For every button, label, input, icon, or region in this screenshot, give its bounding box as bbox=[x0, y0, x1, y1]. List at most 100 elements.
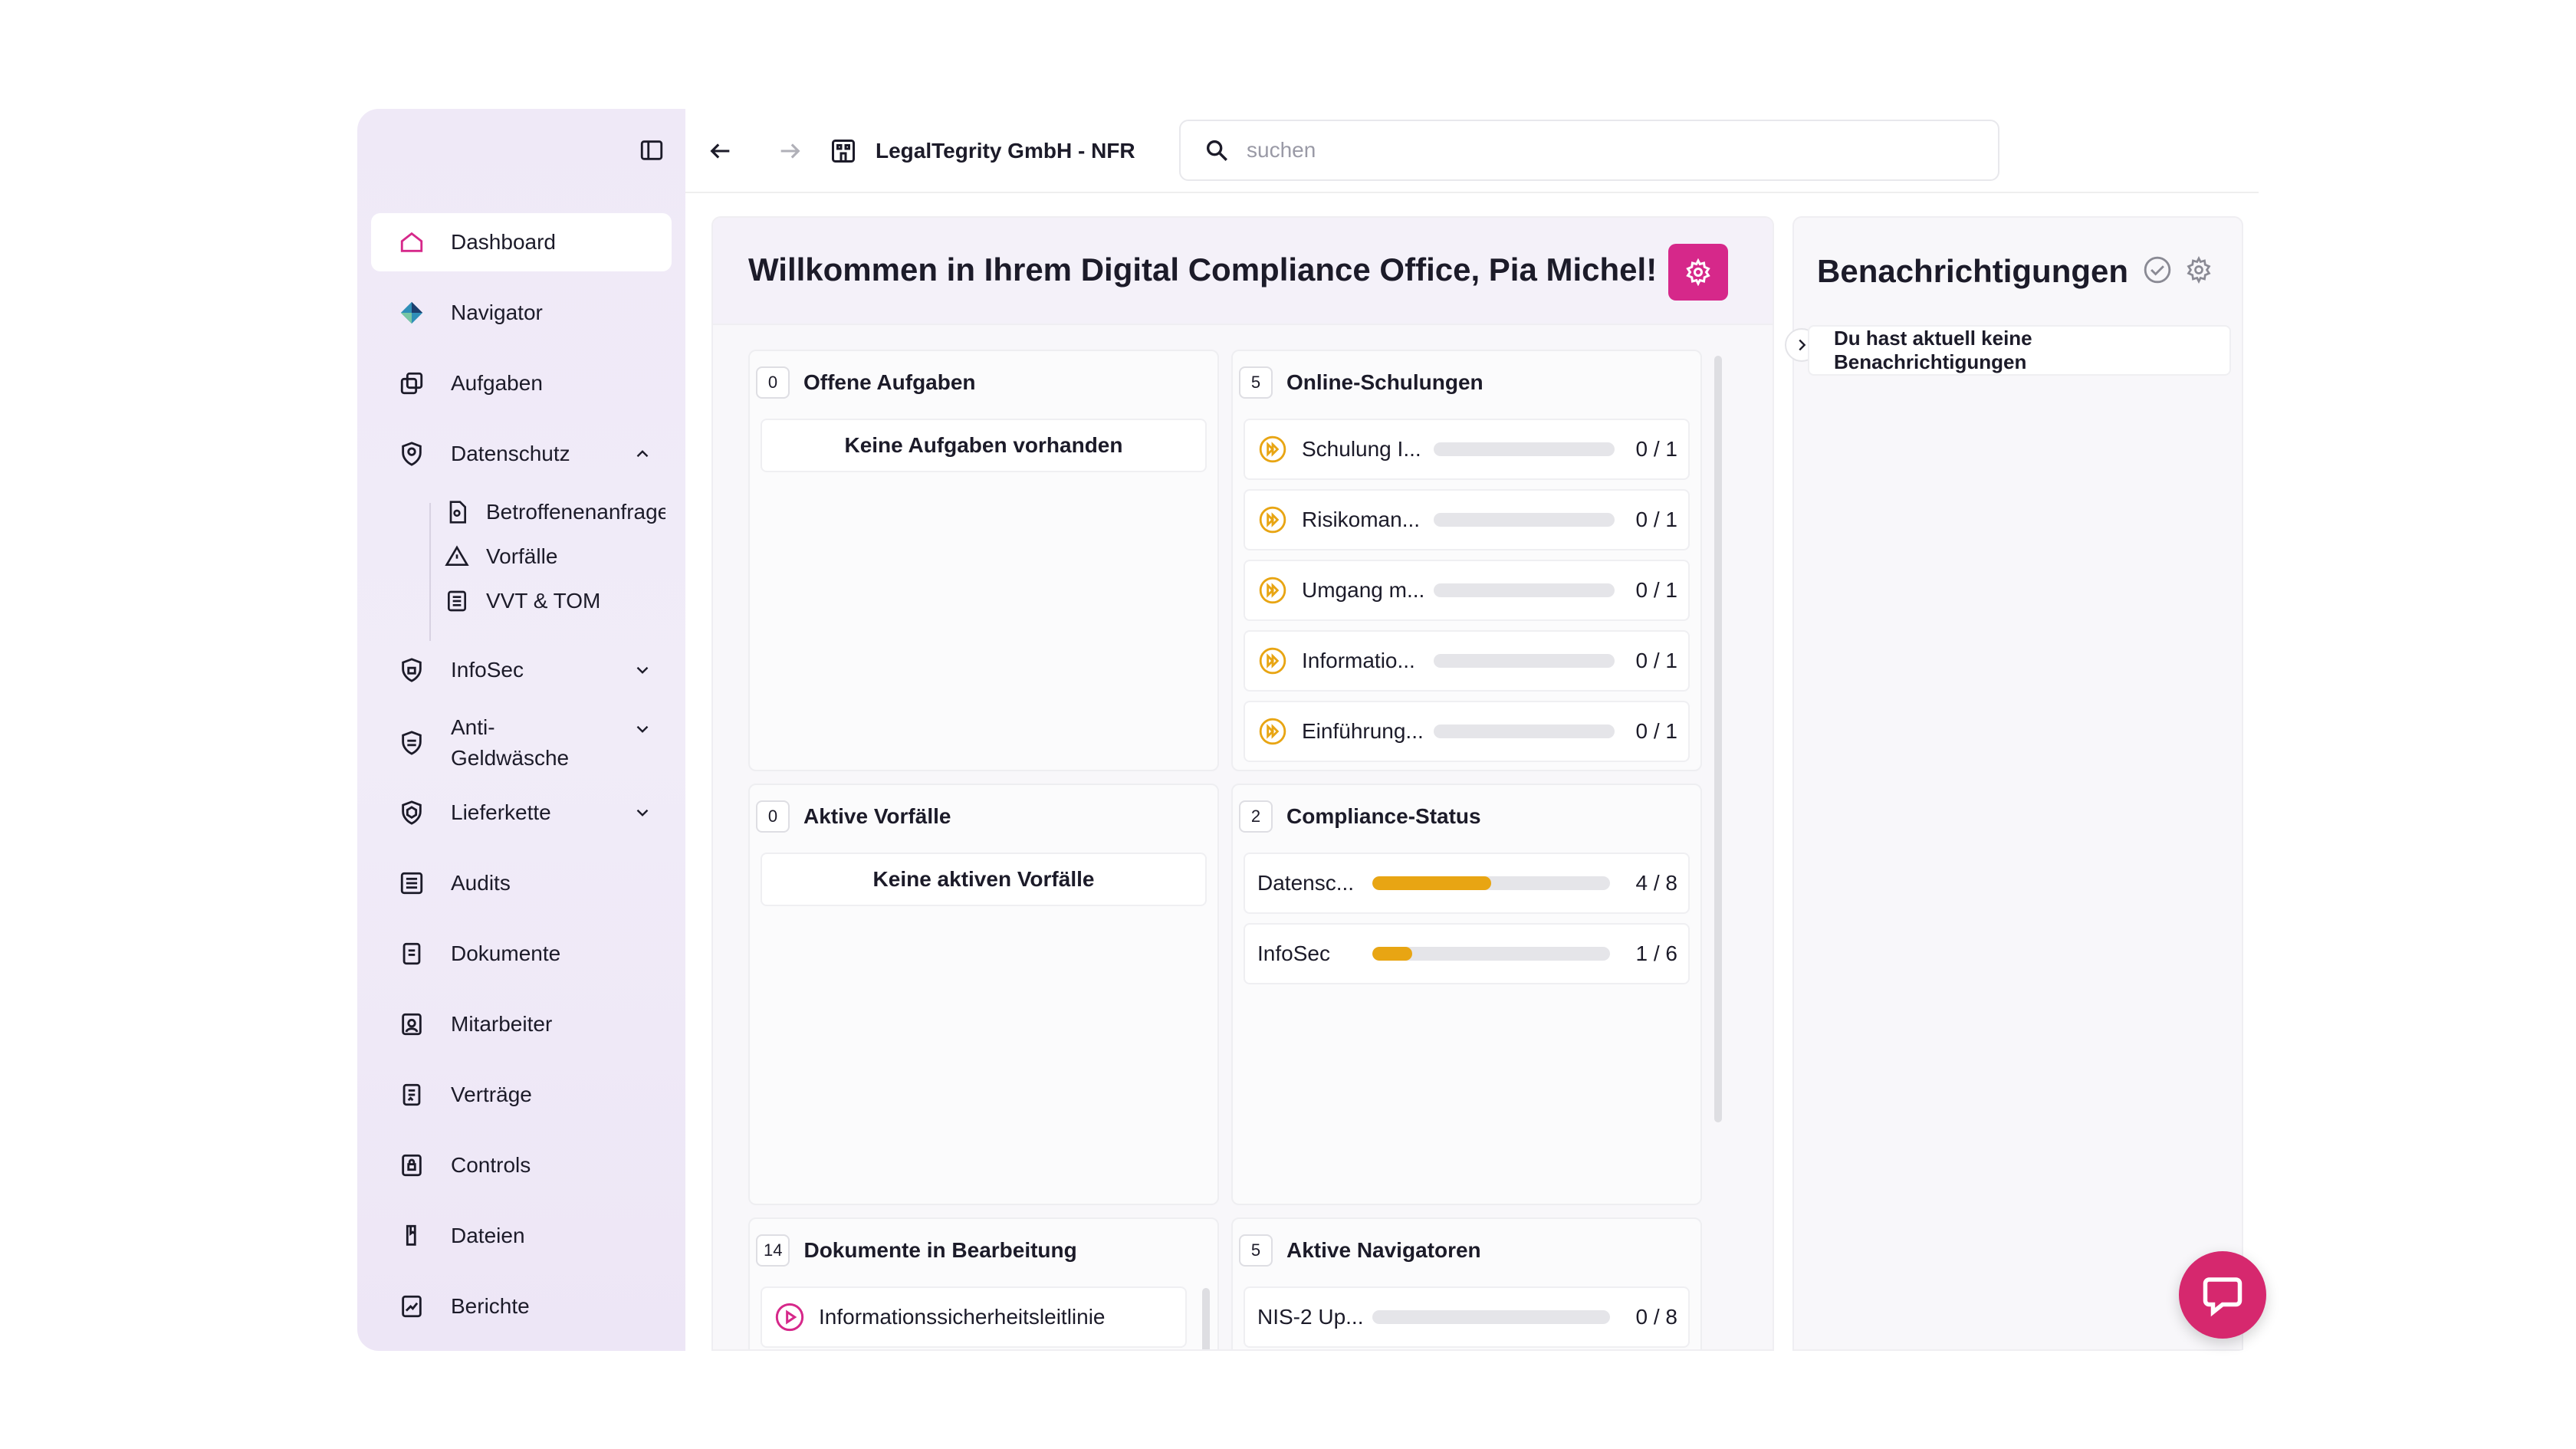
sidebar-item-berichte[interactable]: Berichte bbox=[371, 1277, 672, 1336]
notifications-empty-text: Du hast aktuell keine Benachrichtigungen bbox=[1834, 327, 2032, 373]
progress-ratio: 1 / 6 bbox=[1635, 941, 1677, 965]
back-arrow-icon[interactable] bbox=[704, 134, 738, 168]
progress-ratio: 0 / 1 bbox=[1635, 578, 1677, 602]
progress-ratio: 0 / 8 bbox=[1635, 1305, 1677, 1329]
notification-settings-icon[interactable] bbox=[2182, 253, 2216, 287]
progress-fill bbox=[1372, 947, 1412, 961]
aml-shield-icon bbox=[397, 728, 426, 757]
progress-row[interactable]: NIS-2 Up... 0 / 8 bbox=[1244, 1286, 1690, 1348]
card-header: 2 Compliance-Status bbox=[1239, 800, 1481, 833]
card-title: Aktive Navigatoren bbox=[1286, 1238, 1481, 1262]
progress-bar bbox=[1372, 876, 1610, 890]
sidebar-item-label: Datenschutz bbox=[451, 442, 570, 465]
card-active-navigators: 5 Aktive Navigatoren NIS-2 Up... 0 / 8 bbox=[1231, 1217, 1702, 1349]
infosec-shield-icon bbox=[397, 656, 426, 685]
chevron-up-icon[interactable] bbox=[630, 442, 655, 466]
progress-fill bbox=[1372, 876, 1491, 890]
sidebar-item-dashboard[interactable]: Dashboard bbox=[371, 213, 672, 271]
navigator-icon bbox=[397, 298, 426, 327]
contract-icon bbox=[397, 1080, 426, 1109]
card-header: 0 Aktive Vorfälle bbox=[756, 800, 951, 833]
sidebar-item-mitarbeiter[interactable]: Mitarbeiter bbox=[371, 995, 672, 1053]
row-label: Einführung... bbox=[1302, 719, 1424, 743]
progress-row[interactable]: Umgang m... 0 / 1 bbox=[1244, 560, 1690, 621]
progress-ratio: 0 / 1 bbox=[1635, 437, 1677, 461]
employee-icon bbox=[397, 1010, 426, 1039]
training-play-icon bbox=[1257, 716, 1288, 747]
card-title: Aktive Vorfälle bbox=[803, 804, 951, 828]
progress-ratio: 4 / 8 bbox=[1635, 871, 1677, 895]
progress-row[interactable]: InfoSec 1 / 6 bbox=[1244, 923, 1690, 984]
count-badge: 5 bbox=[1239, 366, 1273, 399]
sidebar-item-controls[interactable]: Controls bbox=[371, 1136, 672, 1194]
sidebar-item-label: Mitarbeiter bbox=[451, 1012, 553, 1036]
sidebar-toggle-icon[interactable] bbox=[633, 132, 670, 169]
training-play-icon bbox=[1257, 434, 1288, 465]
sidebar-item-label: Berichte bbox=[451, 1294, 530, 1318]
sidebar-item-label: Aufgaben bbox=[451, 371, 543, 395]
play-circle-icon bbox=[774, 1302, 805, 1332]
chevron-down-icon[interactable] bbox=[630, 717, 655, 741]
mark-all-read-icon[interactable] bbox=[2141, 253, 2174, 287]
card-scrollbar[interactable] bbox=[1202, 1288, 1210, 1349]
progress-row[interactable]: Informatio... 0 / 1 bbox=[1244, 630, 1690, 692]
sidebar-item-datenschutz[interactable]: Datenschutz bbox=[371, 425, 672, 483]
progress-row[interactable]: Risikoman... 0 / 1 bbox=[1244, 489, 1690, 550]
sidebar: Dashboard Navigator Aufgaben Datenschutz… bbox=[357, 109, 685, 1351]
sidebar-subitem-vorfaelle[interactable]: Vorfälle bbox=[443, 537, 665, 577]
building-icon bbox=[828, 136, 859, 166]
progress-row[interactable]: Datensc... 4 / 8 bbox=[1244, 853, 1690, 914]
controls-icon bbox=[397, 1151, 426, 1180]
sidebar-item-dateien[interactable]: Dateien bbox=[371, 1207, 672, 1265]
card-documents-in-progress: 14 Dokumente in Bearbeitung Informations… bbox=[748, 1217, 1219, 1349]
sidebar-item-aufgaben[interactable]: Aufgaben bbox=[371, 354, 672, 412]
card-header: 0 Offene Aufgaben bbox=[756, 366, 976, 399]
count-badge: 0 bbox=[756, 800, 790, 833]
sidebar-item-anti-geldwaesche[interactable]: Anti- Geldwäsche bbox=[371, 708, 672, 777]
forward-arrow-icon[interactable] bbox=[773, 134, 807, 168]
chat-button[interactable] bbox=[2179, 1251, 2266, 1339]
organization-selector[interactable]: LegalTegrity GmbH - NFR bbox=[828, 132, 1135, 170]
progress-row[interactable]: Einführung... 0 / 1 bbox=[1244, 701, 1690, 762]
topbar: LegalTegrity GmbH - NFR PM bbox=[685, 109, 2259, 193]
empty-state: Keine aktiven Vorfälle bbox=[761, 853, 1207, 906]
sidebar-subitem-vvt-tom[interactable]: VVT & TOM bbox=[443, 581, 665, 621]
search-input[interactable] bbox=[1247, 138, 1937, 163]
sidebar-item-label: Audits bbox=[451, 871, 511, 895]
card-title: Offene Aufgaben bbox=[803, 370, 976, 394]
tasks-icon bbox=[397, 369, 426, 398]
card-online-trainings: 5 Online-Schulungen Schulung I... 0 / 1 Ri… bbox=[1231, 350, 1702, 771]
sidebar-item-lieferkette[interactable]: Lieferkette bbox=[371, 784, 672, 842]
count-badge: 14 bbox=[756, 1234, 790, 1267]
card-title: Dokumente in Bearbeitung bbox=[803, 1238, 1077, 1262]
organization-name: LegalTegrity GmbH - NFR bbox=[876, 139, 1135, 163]
main-scrollbar[interactable] bbox=[1714, 356, 1722, 1122]
card-header: 5 Aktive Navigatoren bbox=[1239, 1234, 1481, 1267]
sidebar-item-dokumente[interactable]: Dokumente bbox=[371, 925, 672, 983]
chevron-down-icon[interactable] bbox=[630, 658, 655, 682]
progress-bar bbox=[1434, 583, 1615, 597]
privacy-shield-icon bbox=[397, 439, 426, 468]
sidebar-item-label: Dateien bbox=[451, 1224, 525, 1247]
row-label: Schulung I... bbox=[1302, 437, 1421, 461]
document-row[interactable]: Informationssicherheitsleitlinie bbox=[761, 1286, 1187, 1348]
chevron-down-icon[interactable] bbox=[630, 800, 655, 825]
progress-ratio: 0 / 1 bbox=[1635, 508, 1677, 531]
sidebar-item-infosec[interactable]: InfoSec bbox=[371, 641, 672, 699]
sidebar-item-vertraege[interactable]: Verträge bbox=[371, 1066, 672, 1124]
dashboard-settings-button[interactable] bbox=[1668, 244, 1728, 301]
progress-row[interactable]: Schulung I... 0 / 1 bbox=[1244, 419, 1690, 480]
subject-request-icon bbox=[443, 498, 471, 526]
sidebar-item-navigator[interactable]: Navigator bbox=[371, 284, 672, 342]
card-open-tasks: 0 Offene Aufgaben Keine Aufgaben vorhand… bbox=[748, 350, 1219, 771]
vvt-icon bbox=[443, 587, 471, 615]
document-label: Informationssicherheitsleitlinie bbox=[819, 1305, 1106, 1329]
row-label: Umgang m... bbox=[1302, 578, 1424, 602]
sidebar-subitem-betroffenenanfragen[interactable]: Betroffenenanfragen bbox=[443, 492, 665, 532]
search-bar[interactable] bbox=[1179, 120, 1999, 181]
training-play-icon bbox=[1257, 575, 1288, 606]
sidebar-item-audits[interactable]: Audits bbox=[371, 854, 672, 912]
card-title: Online-Schulungen bbox=[1286, 370, 1484, 394]
page-title: Willkommen in Ihrem Digital Compliance O… bbox=[748, 251, 1658, 288]
progress-bar bbox=[1434, 724, 1615, 738]
